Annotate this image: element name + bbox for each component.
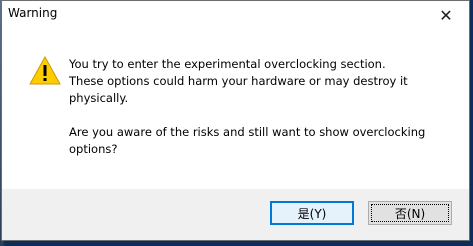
no-button-label: 否(N) <box>394 206 426 221</box>
close-icon: ✕ <box>439 6 453 25</box>
dialog-content: You try to enter the experimental overcl… <box>2 30 469 191</box>
message-text: You try to enter the experimental overcl… <box>69 56 459 175</box>
dialog-title: Warning <box>8 6 58 20</box>
button-bar: 是(Y) 否(N) <box>2 189 469 240</box>
no-button[interactable]: 否(N) <box>368 201 452 225</box>
message-line: These options could harm your hardware o… <box>69 74 408 88</box>
message-line: physically. <box>69 91 129 105</box>
title-bar[interactable]: Warning ✕ <box>2 1 469 30</box>
yes-button-label: 是(Y) <box>297 206 327 221</box>
message-line: You try to enter the experimental overcl… <box>69 57 386 71</box>
close-button[interactable]: ✕ <box>423 1 469 30</box>
warning-icon <box>29 55 61 85</box>
yes-button[interactable]: 是(Y) <box>270 201 354 225</box>
message-line: Are you aware of the risks and still wan… <box>69 125 426 139</box>
message-line: options? <box>69 142 118 156</box>
warning-dialog: Warning ✕ You try to enter the experimen… <box>1 0 470 241</box>
